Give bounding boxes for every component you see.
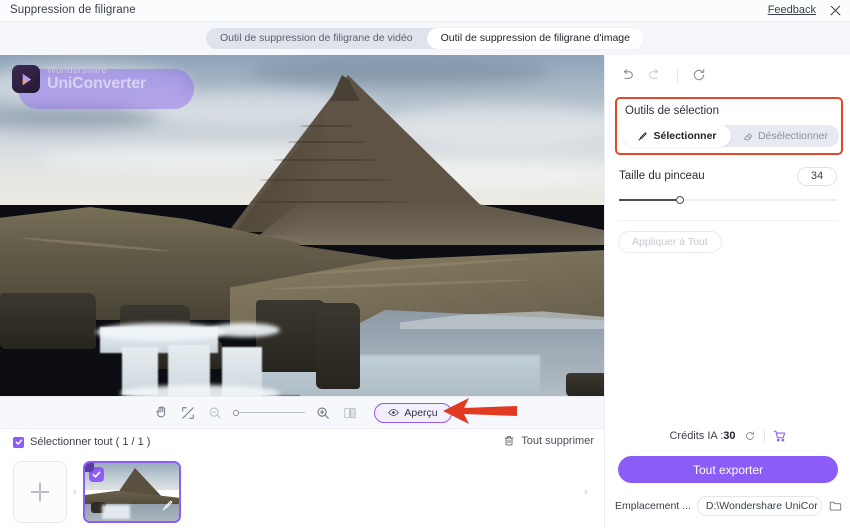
foam [96, 323, 226, 341]
select-all-control[interactable]: Sélectionner tout ( 1 / 1 ) [13, 436, 150, 448]
preview-button[interactable]: Aperçu [374, 402, 452, 423]
folder-icon[interactable] [828, 499, 843, 513]
watermark-overlay: Wondershare UniConverter [12, 65, 194, 109]
foam [120, 385, 280, 396]
plus-icon [31, 483, 49, 501]
add-image-button[interactable] [13, 461, 67, 523]
strata [274, 159, 378, 161]
select-mode-button[interactable]: Sélectionner [623, 125, 731, 147]
selection-tools-section: Outils de sélection Sélectionner Désélec… [615, 97, 843, 155]
delete-all-button[interactable]: Tout supprimer [503, 434, 594, 447]
brush-icon [161, 499, 174, 517]
thumbnail-corner-badge [85, 463, 94, 472]
preview-button-label: Aperçu [404, 406, 438, 419]
strata [260, 179, 392, 181]
zoom-in-icon[interactable] [314, 404, 332, 422]
selection-tools-title: Outils de sélection [625, 105, 719, 117]
page-title: Suppression de filigrane [10, 4, 136, 16]
close-icon[interactable] [828, 3, 842, 17]
watermark-brand-bottom: UniConverter [47, 75, 146, 93]
selection-mode-segmented-control: Sélectionner Désélectionner [623, 125, 839, 147]
filmstrip-prev-arrow[interactable]: ‹ [67, 486, 83, 498]
brush-size-value[interactable]: 34 [797, 166, 837, 186]
rock [316, 303, 360, 389]
trash-icon [504, 436, 514, 446]
reset-icon[interactable] [691, 67, 708, 84]
credits-row: Crédits IA :30 [605, 426, 850, 446]
select-all-checkbox[interactable] [13, 436, 24, 448]
strata [288, 141, 366, 143]
output-location-path: D:\Wondershare UniCor [705, 499, 818, 512]
watermark-remover-window: Suppression de filigrane Feedback Outil … [0, 0, 850, 528]
list-item[interactable] [83, 461, 181, 523]
brush-slider-fill [619, 199, 680, 201]
tab-group: Outil de suppression de filigrane de vid… [206, 28, 644, 49]
credits-label: Crédits IA :30 [669, 430, 736, 442]
watermark-text: Wondershare UniConverter [47, 66, 146, 93]
zoom-slider-track [233, 411, 306, 414]
output-location-select[interactable]: D:\Wondershare UniCor ▼ [696, 495, 822, 516]
check-icon [92, 471, 101, 478]
photo-kirkjufell [0, 55, 604, 396]
output-location-label: Emplacement ... [615, 499, 691, 512]
tab-bar: Outil de suppression de filigrane de vid… [0, 22, 850, 55]
tab-video-watermark-remover[interactable]: Outil de suppression de filigrane de vid… [206, 28, 427, 49]
right-panel: Outils de sélection Sélectionner Désélec… [604, 55, 850, 528]
brush-size-slider[interactable] [619, 194, 837, 206]
hand-icon[interactable] [152, 404, 170, 422]
deselect-mode-button[interactable]: Désélectionner [731, 125, 839, 147]
credits-value: 30 [723, 430, 736, 442]
strata [300, 125, 352, 127]
check-icon [15, 439, 22, 445]
select-all-label: Sélectionner tout ( 1 / 1 ) [30, 436, 151, 448]
filmstrip-header: Sélectionner tout ( 1 / 1 ) Tout supprim… [0, 429, 604, 455]
split-compare-icon[interactable] [341, 404, 359, 422]
foam [210, 323, 280, 337]
watermark-brand-top: Wondershare [47, 64, 108, 76]
apply-to-all-button[interactable]: Appliquer à Tout [618, 231, 722, 253]
rock [0, 293, 96, 349]
zoom-slider-handle[interactable] [233, 409, 240, 416]
filmstrip-next-arrow[interactable]: › [578, 486, 594, 498]
output-location-row: Emplacement ... D:\Wondershare UniCor ▼ [615, 495, 843, 516]
history-controls [619, 67, 708, 84]
brush-size-label: Taille du pinceau [619, 170, 705, 182]
export-all-button[interactable]: Tout exporter [618, 456, 838, 483]
title-bar-actions: Feedback [768, 3, 842, 17]
zoom-slider[interactable] [233, 406, 306, 420]
feedback-link[interactable]: Feedback [768, 4, 816, 16]
redo-icon[interactable] [647, 67, 664, 84]
eraser-icon [743, 132, 753, 140]
zoom-out-icon[interactable] [206, 404, 224, 422]
thumb-waterfall [101, 504, 131, 519]
divider [677, 68, 678, 83]
filmstrip: Sélectionner tout ( 1 / 1 ) Tout supprim… [0, 428, 604, 528]
brush-size-row: Taille du pinceau 34 [619, 165, 837, 187]
filmstrip-items: ‹ › [0, 455, 604, 528]
undo-icon[interactable] [619, 67, 636, 84]
deselect-mode-label: Désélectionner [757, 130, 829, 142]
rock [566, 373, 604, 396]
cart-icon[interactable] [773, 429, 787, 443]
brush-slider-handle[interactable] [676, 196, 684, 204]
brush-icon [638, 131, 648, 141]
divider [619, 220, 837, 221]
image-canvas[interactable]: Wondershare UniConverter [0, 55, 604, 396]
red-arrow-annotation [443, 398, 517, 424]
delete-all-label: Tout supprimer [521, 434, 594, 447]
wondershare-logo-icon [12, 65, 40, 93]
strata [250, 201, 410, 203]
eye-icon [388, 409, 399, 416]
select-mode-label: Sélectionner [653, 130, 717, 142]
title-bar: Suppression de filigrane Feedback [0, 0, 850, 22]
refresh-icon[interactable] [744, 430, 756, 442]
divider [763, 429, 765, 443]
fit-screen-icon[interactable] [179, 404, 197, 422]
tab-image-watermark-remover[interactable]: Outil de suppression de filigrane d'imag… [426, 28, 644, 49]
